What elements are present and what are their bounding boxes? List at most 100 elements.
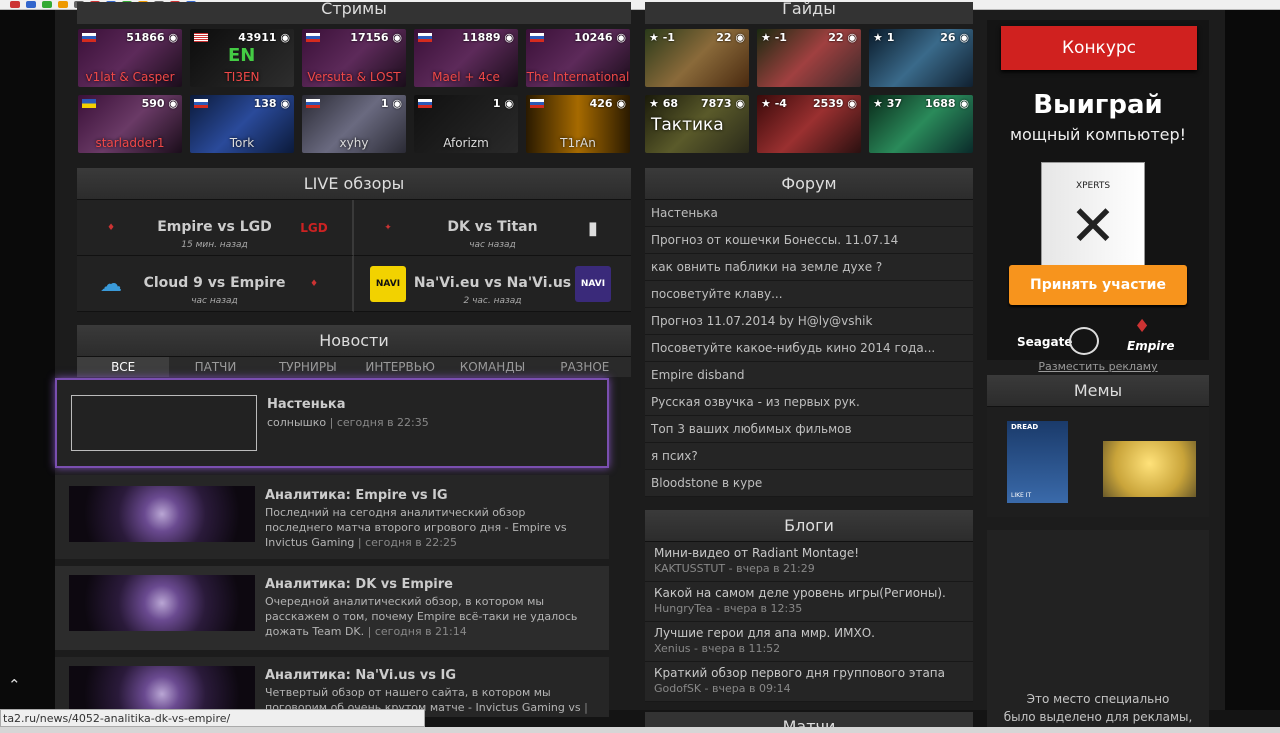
- forum-topic[interactable]: Bloodstone в куре: [645, 470, 973, 497]
- guide-card[interactable]: ★ 1 26 ◉: [869, 29, 973, 87]
- viewer-count: 51866 ◉: [126, 31, 178, 44]
- tab-interviews[interactable]: ИНТЕРВЬЮ: [354, 357, 446, 377]
- forum-topic[interactable]: Посоветуйте какое-нибудь кино 2014 года.…: [645, 335, 973, 362]
- blog-title: Мини-видео от Radiant Montage!: [654, 546, 860, 560]
- page-left-margin: [0, 10, 55, 710]
- stream-card[interactable]: 43911 ◉ EN TI3EN: [190, 29, 294, 87]
- streams-grid: 51866 ◉ v1lat & Casper 43911 ◉ EN TI3EN …: [78, 29, 630, 153]
- blog-item[interactable]: Мини-видео от Radiant Montage! KAKTUSSTU…: [645, 542, 973, 582]
- ad-headline: Выиграй: [1033, 90, 1163, 120]
- lgd-logo-icon: LGD: [300, 221, 328, 235]
- blog-title: Краткий обзор первого дня группового эта…: [654, 666, 945, 680]
- stream-name: Mael + 4ce: [432, 70, 500, 84]
- guide-views: 7873 ◉: [700, 97, 745, 110]
- news-item[interactable]: Аналитика: Na'Vi.us vs IG Четвертый обзо…: [55, 657, 609, 729]
- news-title: Аналитика: Na'Vi.us vs IG: [265, 668, 457, 683]
- blog-item[interactable]: Краткий обзор первого дня группового эта…: [645, 662, 973, 702]
- live-review-item[interactable]: ☁ Cloud 9 vs Empire час назад ♦: [77, 256, 354, 312]
- titan-logo-icon: ▮: [588, 217, 598, 239]
- live-review-item[interactable]: NAVI Na'Vi.eu vs Na'Vi.us 2 час. назад N…: [354, 256, 631, 312]
- blog-item[interactable]: Какой на самом деле уровень игры(Регионы…: [645, 582, 973, 622]
- guide-card[interactable]: ★ -1 22 ◉: [645, 29, 749, 87]
- empire-logo: Empire: [1127, 339, 1175, 353]
- russia-flag-icon: [82, 33, 96, 42]
- guide-rating: ★ 37: [873, 97, 902, 110]
- forum-topic[interactable]: я псих?: [645, 443, 973, 470]
- news-time: сегодня в 22:25: [365, 536, 457, 549]
- viewer-count: 17156 ◉: [350, 31, 402, 44]
- viewer-count: 10246 ◉: [574, 31, 626, 44]
- pc-box-brand: XPERTS: [1075, 181, 1111, 191]
- tab-teams[interactable]: КОМАНДЫ: [446, 357, 538, 377]
- forum-topic[interactable]: Empire disband: [645, 362, 973, 389]
- stream-card[interactable]: 17156 ◉ Versuta & LOST: [302, 29, 406, 87]
- stream-card[interactable]: 1 ◉ Aforizm: [414, 95, 518, 153]
- meme-thumbnail[interactable]: DREAD LIKE IT: [1007, 421, 1068, 503]
- forum-topic[interactable]: посоветуйте клаву...: [645, 281, 973, 308]
- stream-name: v1lat & Casper: [85, 70, 175, 84]
- guide-views: 22 ◉: [716, 31, 745, 44]
- blog-time: вчера в 11:52: [701, 642, 781, 655]
- forum-topic[interactable]: Русская озвучка - из первых рук.: [645, 389, 973, 416]
- stream-card[interactable]: 51866 ◉ v1lat & Casper: [78, 29, 182, 87]
- tab-tournaments[interactable]: ТУРНИРЫ: [262, 357, 354, 377]
- viewer-count: 11889 ◉: [462, 31, 514, 44]
- tab-patches[interactable]: ПАТЧИ: [169, 357, 261, 377]
- stream-name: starladder1: [95, 136, 165, 150]
- memes-panel: Мемы DREAD LIKE IT: [987, 375, 1209, 517]
- participate-button[interactable]: Принять участие: [1009, 265, 1187, 305]
- stream-card[interactable]: 1 ◉ xyhy: [302, 95, 406, 153]
- streams-title: Стримы: [321, 0, 387, 18]
- news-meta: Очередной аналитический обзор, в котором…: [265, 595, 578, 638]
- en-logo: EN: [228, 45, 256, 66]
- tab-misc[interactable]: РАЗНОЕ: [539, 357, 631, 377]
- live-review-item[interactable]: ♦ Empire vs LGD 15 мин. назад LGD: [77, 200, 354, 256]
- blogs-title: Блоги: [645, 510, 973, 542]
- blog-item[interactable]: Лучшие герои для апа ммр. ИМХО. Xenius -…: [645, 622, 973, 662]
- forum-topic[interactable]: Прогноз 11.07.2014 by H@ly@vshik: [645, 308, 973, 335]
- memes-title: Мемы: [987, 375, 1209, 407]
- place-ad-link[interactable]: Разместить рекламу: [987, 360, 1209, 373]
- blog-time: вчера в 21:29: [736, 562, 815, 575]
- viewer-count: 138 ◉: [253, 97, 290, 110]
- x-logo-icon: ✕: [1069, 194, 1117, 259]
- stream-card[interactable]: 590 ◉ starladder1: [78, 95, 182, 153]
- meme-thumbnail[interactable]: [1103, 441, 1196, 497]
- forum-topic[interactable]: Прогноз от кошечки Бонессы. 11.07.14: [645, 227, 973, 254]
- news-title: Аналитика: Empire vs IG: [265, 488, 448, 503]
- guide-views: 22 ◉: [828, 31, 857, 44]
- live-review-item[interactable]: ✦ DK vs Titan час назад ▮: [354, 200, 631, 256]
- news-thumbnail: [69, 575, 255, 631]
- stream-name: The International: [526, 70, 630, 84]
- stream-card[interactable]: 11889 ◉ Mael + 4ce: [414, 29, 518, 87]
- ad-subline: мощный компьютер!: [1009, 125, 1187, 144]
- viewer-count: 43911 ◉: [238, 31, 290, 44]
- guide-card[interactable]: ★ 68 7873 ◉ Тактика: [645, 95, 749, 153]
- news-desc: солнышко: [267, 416, 327, 429]
- forum-topic[interactable]: Настенька: [645, 200, 973, 227]
- viewer-count: 1 ◉: [492, 97, 514, 110]
- stream-name: Aforizm: [443, 136, 489, 150]
- scroll-to-top-icon[interactable]: ⌃: [8, 676, 21, 694]
- stream-card[interactable]: 426 ◉ T1rAn: [526, 95, 630, 153]
- empire-logo-icon: ♦: [309, 279, 319, 289]
- seagate-swirl-icon: [1069, 327, 1099, 355]
- guide-card[interactable]: ★ -4 2539 ◉: [757, 95, 861, 153]
- news-meta: Последний на сегодня аналитический обзор…: [265, 506, 567, 549]
- forum-title: Форум: [645, 168, 973, 200]
- news-item[interactable]: Аналитика: DK vs Empire Очередной аналит…: [55, 566, 609, 650]
- forum-topic[interactable]: как овнить паблики на земле духе ?: [645, 254, 973, 281]
- news-item[interactable]: Аналитика: Empire vs IG Последний на сег…: [55, 475, 609, 559]
- guide-card[interactable]: ★ 37 1688 ◉: [869, 95, 973, 153]
- ad-placeholder-line1: Это место специально: [1026, 692, 1170, 706]
- russia-flag-icon: [530, 33, 544, 42]
- stream-card[interactable]: 10246 ◉ The International: [526, 29, 630, 87]
- news-thumbnail: [69, 486, 255, 542]
- forum-topic[interactable]: Топ 3 ваших любимых фильмов: [645, 416, 973, 443]
- news-title: Настенька: [267, 397, 346, 412]
- guide-card[interactable]: ★ -1 22 ◉: [757, 29, 861, 87]
- contest-ad-banner[interactable]: Конкурс Выиграй мощный компьютер! XPERTS…: [987, 20, 1209, 360]
- news-item-featured[interactable]: Настенька солнышко | сегодня в 22:35: [55, 378, 609, 468]
- stream-card[interactable]: 138 ◉ Tork: [190, 95, 294, 153]
- tab-all[interactable]: ВСЕ: [77, 357, 170, 377]
